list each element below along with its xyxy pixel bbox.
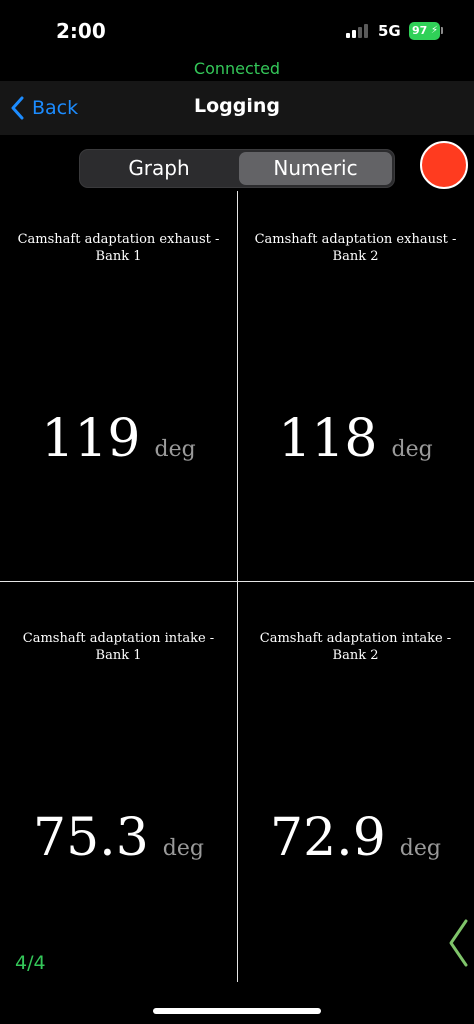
reading-label: Camshaft adaptation exhaust - Bank 1 — [17, 232, 220, 264]
reading-cell-exhaust-bank-1: Camshaft adaptation exhaust - Bank 1 119… — [0, 191, 237, 581]
reading-value: 75.3 — [33, 808, 149, 868]
cellular-signal-icon — [346, 24, 372, 38]
back-button[interactable]: Back — [10, 93, 78, 123]
status-time: 2:00 — [56, 19, 106, 43]
page-indicator: 4/4 — [15, 952, 46, 974]
reading-value-row: 118 deg — [237, 409, 474, 469]
reading-unit: deg — [399, 836, 441, 861]
previous-page-button[interactable] — [446, 918, 470, 968]
reading-value: 72.9 — [270, 808, 386, 868]
reading-cell-intake-bank-2: Camshaft adaptation intake - Bank 2 72.9… — [237, 582, 474, 982]
reading-label: Camshaft adaptation intake - Bank 1 — [22, 631, 215, 663]
reading-unit: deg — [154, 437, 196, 462]
reading-cell-intake-bank-1: Camshaft adaptation intake - Bank 1 75.3… — [0, 582, 237, 982]
battery-icon: 97 ⚡ — [409, 22, 440, 40]
record-button[interactable] — [420, 141, 468, 189]
battery-cap — [441, 27, 443, 34]
status-bar: 2:00 5G 97 ⚡ — [0, 0, 474, 60]
reading-value: 118 — [278, 409, 378, 469]
chevron-left-icon — [449, 919, 468, 967]
reading-value: 119 — [41, 409, 141, 469]
reading-unit: deg — [162, 836, 204, 861]
reading-label: Camshaft adaptation intake - Bank 2 — [259, 631, 452, 663]
reading-unit: deg — [391, 437, 433, 462]
network-type: 5G — [378, 22, 401, 40]
reading-value-row: 75.3 deg — [0, 808, 237, 868]
segment-graph[interactable]: Graph — [82, 152, 236, 185]
view-mode-segmented-control: Graph Numeric — [79, 149, 395, 188]
back-label: Back — [32, 97, 79, 119]
home-indicator[interactable] — [153, 1008, 321, 1014]
navigation-bar: Back Logging — [0, 81, 474, 135]
reading-value-row: 72.9 deg — [237, 808, 474, 868]
battery-level: 97 — [412, 24, 428, 37]
charging-bolt-icon: ⚡ — [430, 25, 438, 36]
segment-numeric[interactable]: Numeric — [239, 152, 392, 185]
reading-cell-exhaust-bank-2: Camshaft adaptation exhaust - Bank 2 118… — [237, 191, 474, 581]
reading-value-row: 119 deg — [0, 409, 237, 469]
reading-label: Camshaft adaptation exhaust - Bank 2 — [254, 232, 457, 264]
connection-status: Connected — [193, 59, 281, 78]
chevron-left-icon — [11, 96, 24, 120]
